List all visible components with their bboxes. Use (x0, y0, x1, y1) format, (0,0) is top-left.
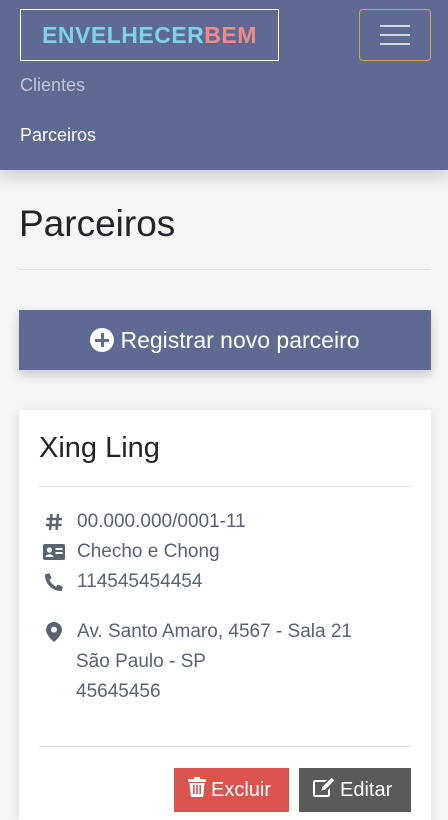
address-line-3: 45645456 (76, 681, 161, 702)
address-line-2: São Paulo - SP (76, 651, 206, 672)
edit-icon (313, 777, 335, 803)
brand-logo[interactable]: ENVELHECER BEM (20, 9, 279, 61)
register-partner-label: Registrar novo parceiro (120, 326, 360, 353)
address-line-1: Av. Santo Amaro, 4567 - Sala 21 (77, 621, 352, 642)
divider (18, 269, 431, 270)
edit-label: Editar (340, 778, 393, 801)
menu-toggle-button[interactable] (359, 9, 431, 61)
hamburger-icon-bar (380, 43, 410, 45)
address-row: Av. Santo Amaro, 4567 - Sala 21 (43, 621, 352, 643)
page-title: Parceiros (19, 203, 176, 244)
card-divider (39, 486, 411, 487)
partner-name: Xing Ling (39, 432, 160, 464)
navbar: ENVELHECER BEM Clientes Parceiros (0, 0, 448, 170)
contact-row: Checho e Chong (43, 541, 220, 563)
map-marker-icon (43, 622, 65, 642)
partner-contact: Checho e Chong (77, 541, 220, 562)
brand-text-part1: ENVELHECER (42, 21, 205, 48)
trash-icon (188, 777, 206, 803)
edit-button[interactable]: Editar (299, 768, 411, 812)
hash-icon (43, 512, 65, 532)
cnpj-row: 00.000.000/0001-11 (43, 511, 246, 533)
hamburger-icon-bar (380, 34, 410, 36)
delete-button[interactable]: Excluir (174, 768, 289, 812)
register-partner-button[interactable]: Registrar novo parceiro (19, 310, 431, 370)
nav-link-parceiros[interactable]: Parceiros (20, 125, 96, 146)
phone-row: 114545454454 (43, 571, 202, 593)
partner-phone: 114545454454 (77, 571, 203, 592)
hamburger-icon-bar (380, 25, 410, 27)
delete-label: Excluir (211, 778, 272, 801)
nav-link-clientes[interactable]: Clientes (20, 75, 85, 96)
phone-icon (43, 572, 65, 592)
card-divider (39, 746, 411, 747)
brand-text-part2: BEM (204, 21, 257, 48)
id-card-icon (43, 542, 65, 562)
plus-circle-icon (90, 328, 115, 352)
partner-cnpj: 00.000.000/0001-11 (77, 511, 246, 532)
partner-card: Xing Ling 00.000.000/0001-11 Checho e Ch… (19, 410, 431, 820)
